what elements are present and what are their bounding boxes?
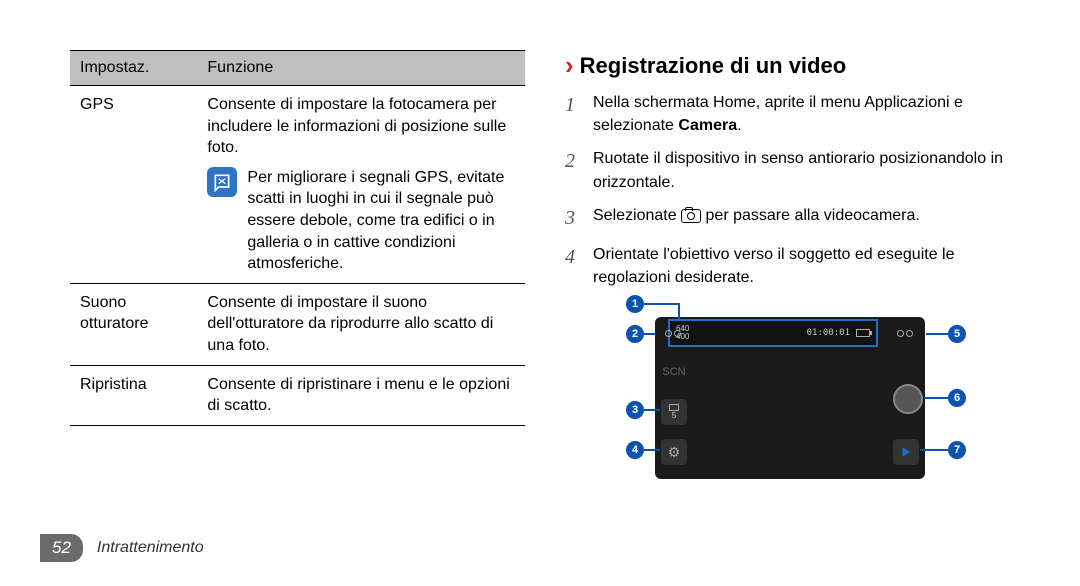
row-text: Consente di ripristinare i menu e le opz… [197, 365, 525, 425]
row-text: Consente di impostare il suono dell'ottu… [197, 283, 525, 365]
settings-gear-icon [661, 439, 687, 465]
step-text: Ruotate il dispositivo in senso antiorar… [593, 147, 1020, 193]
callout-1: 1 [626, 295, 644, 313]
step-1: 1 Nella schermata Home, aprite il menu A… [565, 91, 1020, 137]
camera-switch-icon [895, 323, 915, 343]
step-number: 4 [565, 243, 583, 289]
callout-5: 5 [948, 325, 966, 343]
callout-2: 2 [626, 325, 644, 343]
flash-icon [663, 323, 683, 343]
row-text: Consente di impostare la fotocamera per … [207, 94, 515, 159]
timer-icon: 5 [661, 399, 687, 425]
row-label-reset: Ripristina [70, 365, 197, 425]
callout-7: 7 [948, 441, 966, 459]
col-header-impostaz: Impostaz. [70, 51, 197, 86]
section-heading: › Registrazione di un video [565, 50, 1020, 81]
callout-3: 3 [626, 401, 644, 419]
step-2: 2 Ruotate il dispositivo in senso antior… [565, 147, 1020, 193]
table-row: Ripristina Consente di ripristinare i me… [70, 365, 525, 425]
chevron-right-icon: › [565, 50, 574, 81]
step-number: 1 [565, 91, 583, 137]
step-4: 4 Orientate l'obiettivo verso il soggett… [565, 243, 1020, 289]
play-icon [893, 439, 919, 465]
col-header-funzione: Funzione [197, 51, 525, 86]
table-row: Suono otturatore Consente di impostare i… [70, 283, 525, 365]
step-text: Orientate l'obiettivo verso il soggetto … [593, 243, 1020, 289]
step-text-post: per passare alla videocamera. [706, 207, 920, 224]
camera-top-bar: 640 400 01:00:01 [668, 319, 878, 347]
callout-6: 6 [948, 389, 966, 407]
section-title: Registrazione di un video [580, 53, 846, 79]
camera-ui-diagram: 640 400 01:00:01 SCN 5 1 2 [620, 299, 970, 489]
note-info-icon [207, 167, 237, 197]
step-text-pre: Selezionate [593, 207, 681, 224]
step-text-post: . [737, 117, 741, 134]
camera-icon [681, 209, 701, 223]
record-button-icon [893, 384, 923, 414]
battery-icon [856, 329, 870, 337]
step-number: 3 [565, 204, 583, 233]
page-number: 52 [40, 534, 83, 562]
note-box: Per migliorare i segnali GPS, evitate sc… [207, 167, 515, 275]
scene-mode-icon: SCN [661, 359, 687, 385]
row-label-gps: GPS [70, 86, 197, 284]
page-footer: 52 Intrattenimento [40, 534, 204, 562]
step-bold: Camera [678, 117, 737, 134]
note-text: Per migliorare i segnali GPS, evitate sc… [247, 167, 515, 275]
callout-4: 4 [626, 441, 644, 459]
footer-section-label: Intrattenimento [97, 539, 204, 557]
step-number: 2 [565, 147, 583, 193]
step-3: 3 Selezionate per passare alla videocame… [565, 204, 1020, 233]
step-text-pre: Nella schermata Home, aprite il menu App… [593, 94, 963, 134]
settings-table: Impostaz. Funzione GPS Consente di impos… [70, 50, 525, 426]
rec-time: 01:00:01 [807, 328, 850, 338]
row-label-shutter-sound: Suono otturatore [70, 283, 197, 365]
table-row: GPS Consente di impostare la fotocamera … [70, 86, 525, 284]
